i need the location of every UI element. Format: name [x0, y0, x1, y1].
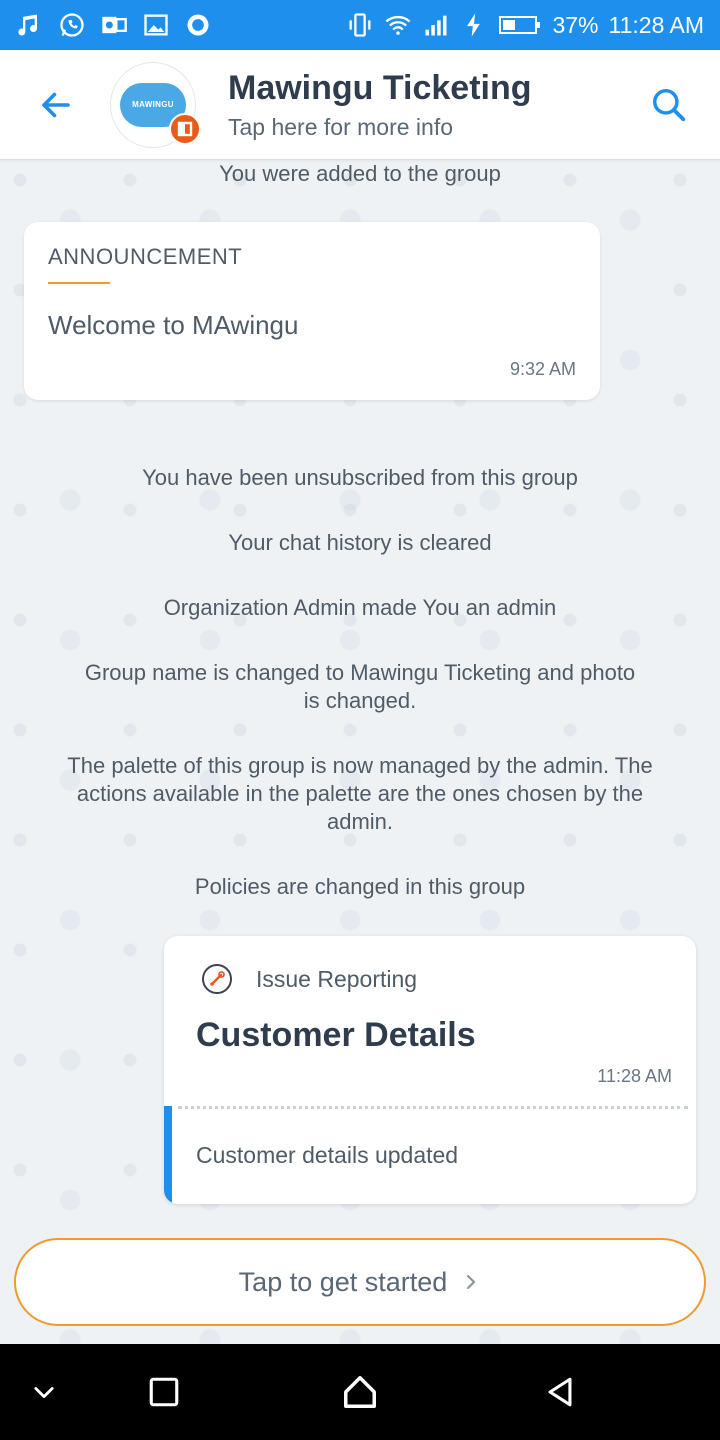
- system-message: Organization Admin made You an admin: [163, 595, 557, 620]
- nav-back-button[interactable]: [536, 1368, 584, 1416]
- system-message: Group name is changed to Mawingu Ticketi…: [84, 660, 636, 713]
- recents-button[interactable]: [140, 1368, 188, 1416]
- header-title-block[interactable]: Mawingu Ticketing Tap here for more info: [228, 69, 532, 141]
- collapse-icon: [34, 1387, 54, 1399]
- outlook-icon: [100, 11, 128, 39]
- system-message: The palette of this group is now managed…: [67, 753, 653, 834]
- record-icon: [184, 11, 212, 39]
- get-started-label: Tap to get started: [238, 1266, 448, 1297]
- collapse-button[interactable]: [20, 1368, 68, 1416]
- card-accent-bar: [164, 1106, 172, 1204]
- announcement-underline: [48, 282, 110, 284]
- status-bar: 37% 11:28 AM: [0, 0, 720, 50]
- image-icon: [142, 11, 170, 39]
- signal-icon: [422, 11, 450, 39]
- card-time: 11:28 AM: [597, 1066, 672, 1086]
- announcement-time: 9:32 AM: [509, 359, 576, 379]
- charging-icon: [460, 11, 488, 39]
- divider: [178, 1106, 688, 1109]
- clock: 11:28 AM: [608, 11, 704, 38]
- chevron-right-icon: [467, 1274, 476, 1290]
- recents-icon: [149, 1377, 179, 1407]
- wrench-icon: [202, 964, 232, 994]
- whatsapp-icon: [58, 11, 86, 39]
- battery-icon: [498, 11, 542, 39]
- search-icon: [653, 88, 686, 121]
- get-started-button[interactable]: Tap to get started: [14, 1238, 706, 1326]
- card-app-name: Issue Reporting: [256, 965, 418, 992]
- header-subtitle: Tap here for more info: [228, 113, 454, 140]
- battery-percent: 37%: [552, 11, 599, 38]
- card-header: Issue Reporting: [164, 936, 696, 994]
- search-button[interactable]: [644, 80, 694, 130]
- home-button[interactable]: [336, 1368, 384, 1416]
- group-avatar[interactable]: MAWINGU: [110, 61, 201, 148]
- system-message: You were added to the group: [219, 161, 501, 186]
- announcement-card[interactable]: ANNOUNCEMENT Welcome to MAwingu 9:32 AM: [24, 222, 600, 400]
- system-status: 37% 11:28 AM: [346, 11, 704, 39]
- office-icon: [169, 112, 201, 145]
- page-title: Mawingu Ticketing: [228, 68, 532, 107]
- music-icon: [16, 11, 44, 39]
- back-button[interactable]: [26, 75, 86, 135]
- wifi-icon: [384, 11, 412, 39]
- vibrate-icon: [346, 11, 374, 39]
- issue-card[interactable]: Issue Reporting Customer Details 11:28 A…: [164, 936, 696, 1204]
- announcement-label: ANNOUNCEMENT: [48, 244, 243, 269]
- notification-icons: [16, 11, 212, 39]
- chat-header[interactable]: MAWINGU Mawingu Ticketing Tap here for m…: [0, 50, 720, 160]
- announcement-text: Welcome to MAwingu: [48, 310, 299, 340]
- home-icon: [344, 1376, 376, 1408]
- chat-area[interactable]: You were added to the group ANNOUNCEMENT…: [0, 160, 720, 1344]
- card-title: Customer Details: [196, 1016, 476, 1054]
- card-body: Customer details updated: [196, 1142, 459, 1168]
- system-message: Your chat history is cleared: [228, 530, 492, 555]
- system-message: You have been unsubscribed from this gro…: [142, 465, 578, 490]
- back-icon: [548, 1377, 572, 1407]
- system-nav-bar: [0, 1344, 720, 1440]
- system-message: Policies are changed in this group: [194, 874, 526, 899]
- back-arrow-icon: [42, 92, 70, 117]
